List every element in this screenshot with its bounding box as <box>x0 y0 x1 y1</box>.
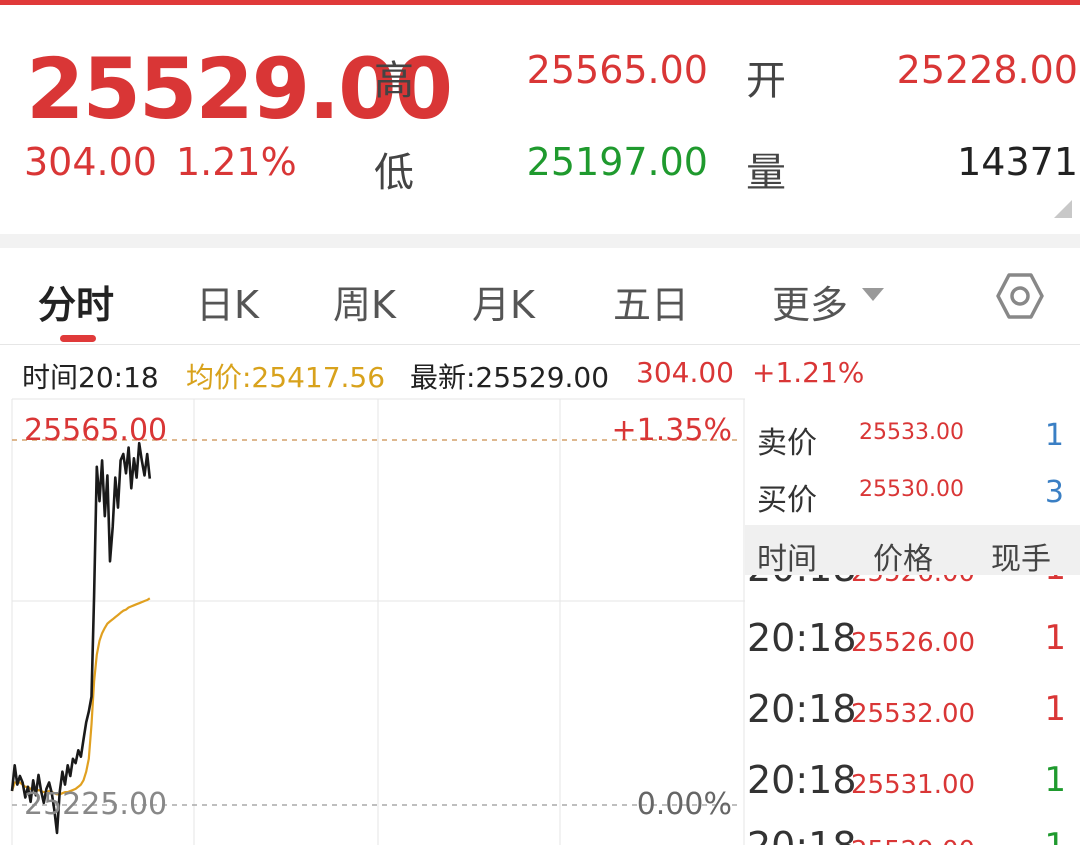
trades-header-price: 价格 <box>873 542 933 577</box>
trade-volume: 1 <box>1044 618 1066 658</box>
chart-base-price-label: 25225.00 <box>24 787 167 822</box>
tab-more[interactable]: 更多 <box>772 274 848 329</box>
info-latest-price: 最新:25529.00 <box>410 361 610 394</box>
price-line <box>10 441 152 835</box>
trade-row: 20:18 25529.00 1 <box>745 824 1080 845</box>
tab-five-day[interactable]: 五日 <box>613 274 689 329</box>
info-average-price: 均价:25417.56 <box>186 361 386 394</box>
low-value: 25197.00 <box>526 140 708 184</box>
change-value: 304.00 <box>24 140 157 184</box>
trade-time: 20:18 <box>747 758 857 802</box>
high-value: 25565.00 <box>526 48 708 92</box>
trades-header-time: 时间 <box>757 542 817 577</box>
bid-label: 买价 <box>757 483 817 518</box>
tabs-divider <box>0 344 1080 345</box>
chart-base-percent-label: 0.00% <box>637 787 732 822</box>
low-label: 低 <box>374 150 414 196</box>
intraday-chart[interactable]: 25565.00 +1.35% 25225.00 0.00% <box>0 398 745 845</box>
top-accent-bar <box>0 0 1080 5</box>
trade-time: 20:18 <box>747 824 857 845</box>
ask-price: 25533.00 <box>859 420 964 445</box>
info-change: 304.00 <box>636 356 734 389</box>
chart-grid <box>11 398 745 845</box>
tab-weekly-k[interactable]: 周K <box>333 274 396 329</box>
info-time: 时间20:18 <box>22 361 159 394</box>
volume-value: 14371 <box>957 140 1078 184</box>
order-panel: 卖价 25533.00 1 买价 25530.00 3 20:18 25526.… <box>745 398 1080 845</box>
more-dropdown-icon[interactable] <box>862 288 884 301</box>
trade-time: 20:18 <box>747 687 857 731</box>
trade-volume: 1 <box>1044 826 1066 845</box>
trade-price: 25526.00 <box>851 628 976 658</box>
tab-monthly-k[interactable]: 月K <box>472 274 535 329</box>
trade-volume: 1 <box>1044 689 1066 729</box>
trade-volume: 1 <box>1044 760 1066 800</box>
trade-price: 25529.00 <box>851 836 975 845</box>
trades-header: 时间 价格 现手 <box>745 525 1080 577</box>
trade-row: 20:18 25526.00 1 <box>745 616 1080 676</box>
open-value: 25228.00 <box>896 48 1078 92</box>
trade-price: 25531.00 <box>851 770 976 800</box>
average-price-line <box>10 597 151 796</box>
trades-header-volume: 现手 <box>991 542 1051 577</box>
chart-high-percent-label: +1.35% <box>612 413 732 448</box>
ask-label: 卖价 <box>757 426 817 461</box>
section-separator <box>0 234 1080 248</box>
bid-price: 25530.00 <box>859 477 964 502</box>
expand-corner-icon[interactable] <box>1054 200 1072 218</box>
tab-daily-k[interactable]: 日K <box>196 274 259 329</box>
change-percent: 1.21% <box>176 140 297 184</box>
open-label: 开 <box>746 58 786 104</box>
tab-intraday[interactable]: 分时 <box>38 274 114 329</box>
trade-row: 20:18 25531.00 1 <box>745 758 1080 818</box>
trade-time: 20:18 <box>747 616 857 660</box>
active-tab-indicator <box>60 335 96 342</box>
high-label: 高 <box>374 58 414 104</box>
volume-label: 量 <box>746 150 786 196</box>
chart-high-price-label: 25565.00 <box>24 413 167 448</box>
settings-hexagon-icon[interactable] <box>994 270 1046 322</box>
info-change-percent: +1.21% <box>752 356 865 389</box>
bid-volume: 3 <box>1044 475 1064 510</box>
trade-row: 20:18 25532.00 1 <box>745 687 1080 747</box>
ask-volume: 1 <box>1044 418 1064 453</box>
trade-price: 25532.00 <box>851 699 976 729</box>
